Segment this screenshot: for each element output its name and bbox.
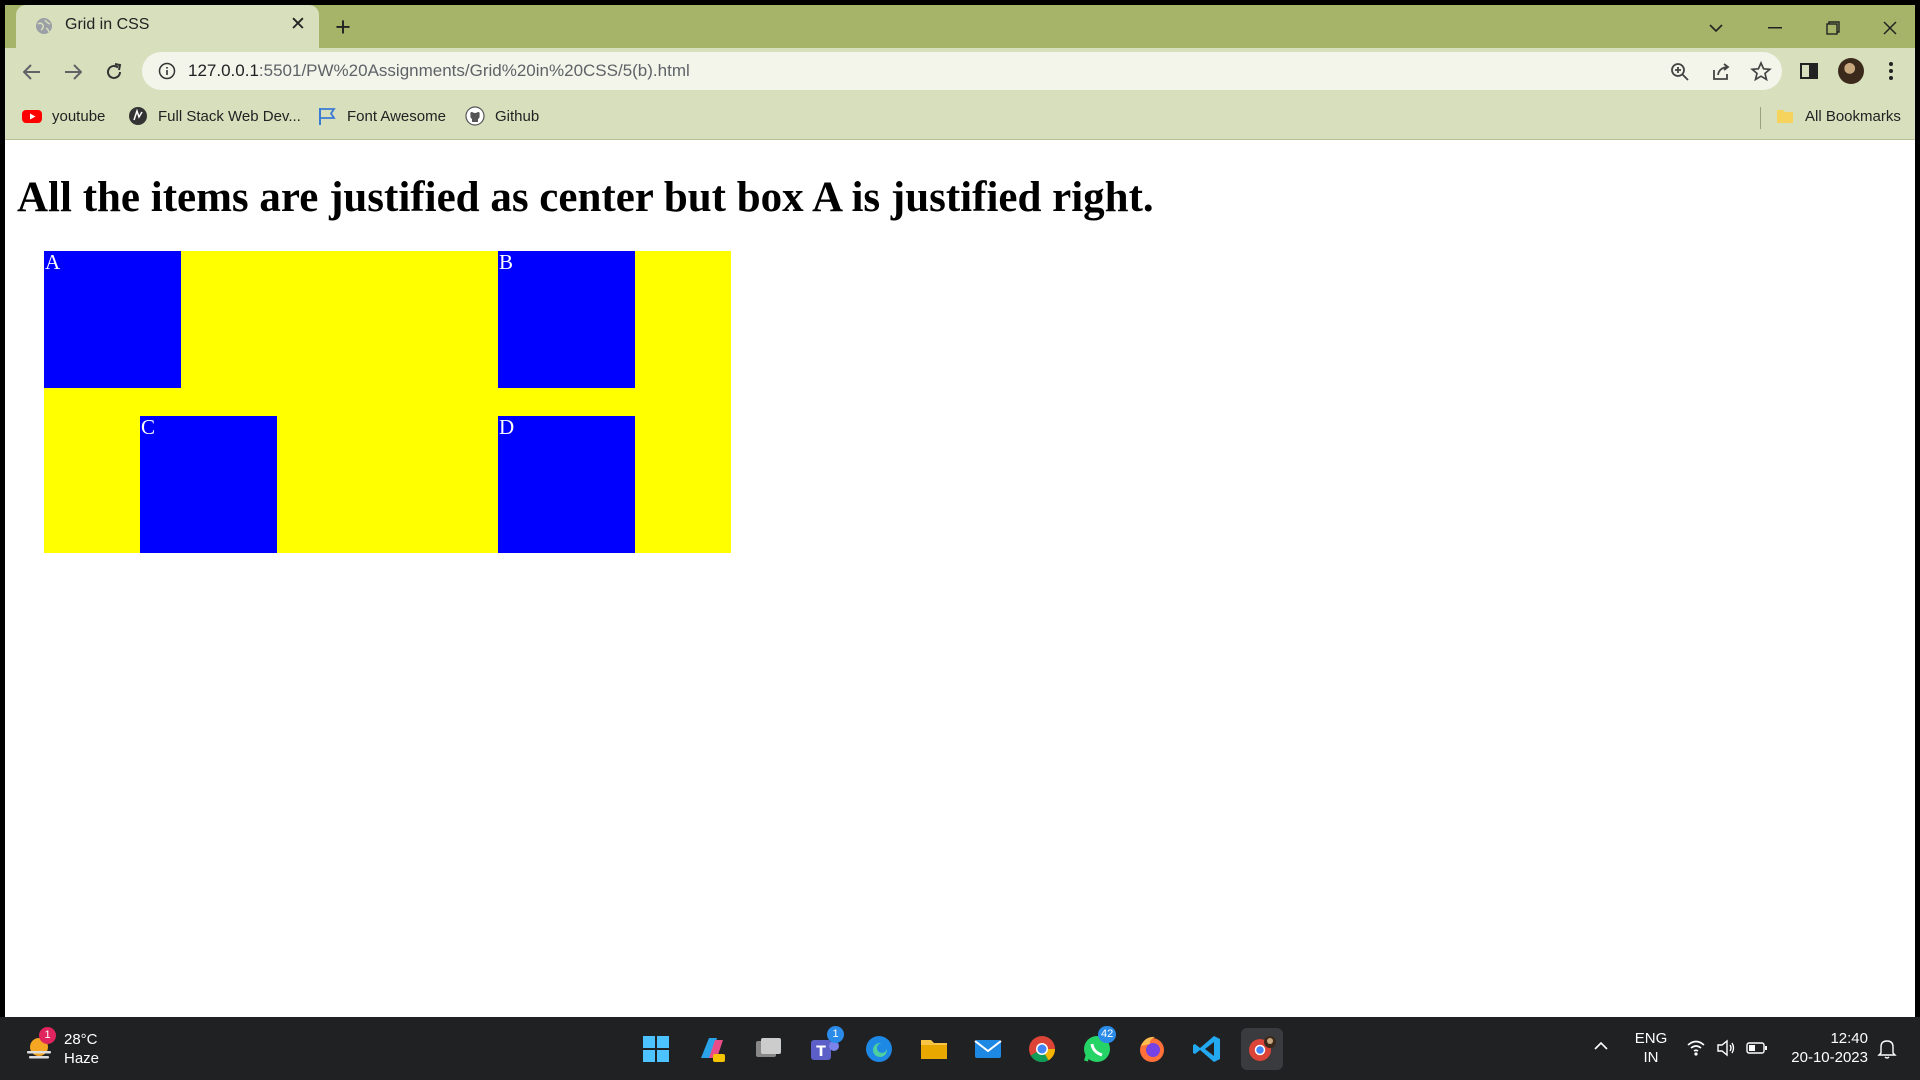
- taskbar: 1 28°C Haze T 1 42 ENG IN 12:40 20-10-20…: [0, 1017, 1920, 1080]
- profile-avatar[interactable]: [1838, 58, 1864, 84]
- box-d: D: [498, 416, 635, 553]
- menu-kebab-icon[interactable]: [1878, 58, 1904, 84]
- taskbar-app-copilot[interactable]: [691, 1028, 733, 1070]
- browser-window: Grid in CSS ✕ + 127.0.0.1:5501/PW%20Assi…: [5, 5, 1915, 1017]
- minimize-button[interactable]: [1752, 12, 1798, 42]
- forward-button[interactable]: [57, 55, 89, 87]
- edge-icon: [866, 1036, 892, 1062]
- teams-badge: 1: [827, 1026, 844, 1043]
- zoom-icon[interactable]: [1667, 59, 1693, 85]
- restore-button[interactable]: [1810, 12, 1856, 42]
- copilot-icon: [701, 1038, 725, 1062]
- all-bookmarks-folder[interactable]: All Bookmarks: [1775, 105, 1901, 127]
- box-c: C: [140, 416, 277, 553]
- bookmark-youtube[interactable]: youtube: [22, 105, 105, 127]
- bookmark-full-stack[interactable]: Full Stack Web Dev...: [128, 105, 301, 127]
- tab-grid-in-css[interactable]: Grid in CSS ✕: [16, 5, 319, 48]
- page-heading: All the items are justified as center bu…: [17, 174, 1154, 221]
- bookmark-font-awesome[interactable]: Font Awesome: [317, 105, 446, 127]
- weather-temp: 28°C: [64, 1031, 98, 1048]
- firefox-icon: [1140, 1036, 1164, 1062]
- youtube-icon: [22, 110, 42, 123]
- chrome-icon: [1029, 1036, 1056, 1063]
- taskbar-app-chrome-profile[interactable]: [1241, 1028, 1283, 1070]
- chrome-profile-icon: [1249, 1036, 1276, 1061]
- taskbar-app-vscode[interactable]: [1186, 1028, 1228, 1070]
- back-button[interactable]: [16, 55, 48, 87]
- taskbar-app-whatsapp[interactable]: 42: [1076, 1026, 1118, 1070]
- new-tab-button[interactable]: +: [328, 13, 358, 43]
- toolbar: 127.0.0.1:5501/PW%20Assignments/Grid%20i…: [5, 48, 1915, 93]
- taskbar-app-firefox[interactable]: [1131, 1028, 1173, 1070]
- bookmarks-separator: [1760, 107, 1761, 129]
- weather-condition: Haze: [64, 1050, 100, 1067]
- svg-text:T: T: [816, 1044, 826, 1060]
- wifi-icon[interactable]: [1686, 1039, 1706, 1057]
- tab-strip: Grid in CSS ✕ +: [5, 5, 1915, 48]
- page-viewport: All the items are justified as center bu…: [5, 141, 1915, 1017]
- box-a: A: [44, 251, 181, 388]
- taskbar-app-mail[interactable]: [967, 1028, 1009, 1070]
- clock-time: 12:40: [1830, 1030, 1868, 1047]
- reload-button[interactable]: [98, 55, 130, 87]
- address-bar[interactable]: 127.0.0.1:5501/PW%20Assignments/Grid%20i…: [142, 52, 1782, 90]
- box-b: B: [498, 251, 635, 388]
- flag-icon: [319, 108, 336, 125]
- taskbar-app-teams[interactable]: T 1: [803, 1026, 845, 1070]
- tray-overflow-chevron-icon[interactable]: [1593, 1040, 1609, 1052]
- windows-icon: [643, 1036, 669, 1062]
- tab-search-chevron-icon[interactable]: [1693, 12, 1739, 42]
- bookmarks-bar: youtube Full Stack Web Dev... Font Aweso…: [5, 93, 1915, 140]
- tab-title: Grid in CSS: [65, 16, 150, 33]
- folder-icon: [1777, 110, 1793, 123]
- vscode-icon: [1193, 1036, 1220, 1062]
- share-icon[interactable]: [1708, 59, 1734, 85]
- whatsapp-badge: 42: [1098, 1026, 1117, 1043]
- weather-widget[interactable]: 1 28°C Haze: [20, 1027, 110, 1071]
- taskbar-app-file-explorer[interactable]: [913, 1028, 955, 1070]
- grid-container: A B C D: [44, 251, 731, 553]
- mail-icon: [974, 1040, 1002, 1058]
- folder-icon: [921, 1040, 947, 1059]
- start-button[interactable]: [635, 1028, 677, 1070]
- side-panel-icon[interactable]: [1796, 58, 1822, 84]
- url-text[interactable]: 127.0.0.1:5501/PW%20Assignments/Grid%20i…: [188, 61, 690, 81]
- bookmark-github[interactable]: Github: [465, 105, 539, 127]
- clock[interactable]: 12:40 20-10-2023: [1782, 1029, 1872, 1069]
- notification-bell-icon[interactable]: [1877, 1038, 1897, 1060]
- site-info-icon[interactable]: [158, 62, 176, 80]
- taskbar-app-edge[interactable]: [858, 1028, 900, 1070]
- weather-badge: 1: [39, 1027, 56, 1044]
- close-window-button[interactable]: [1867, 12, 1913, 42]
- clock-date: 20-10-2023: [1791, 1049, 1868, 1066]
- github-icon: [465, 106, 485, 126]
- globe-icon: [36, 18, 52, 34]
- site-icon: [129, 107, 147, 125]
- battery-icon[interactable]: [1746, 1041, 1768, 1055]
- close-tab-icon[interactable]: ✕: [287, 14, 309, 36]
- taskbar-app-task-view[interactable]: [747, 1028, 789, 1070]
- task-view-icon: [756, 1038, 781, 1057]
- taskbar-app-chrome[interactable]: [1021, 1028, 1063, 1070]
- volume-icon[interactable]: [1716, 1039, 1736, 1057]
- bookmark-star-icon[interactable]: [1748, 59, 1774, 85]
- language-indicator[interactable]: ENG IN: [1630, 1029, 1672, 1069]
